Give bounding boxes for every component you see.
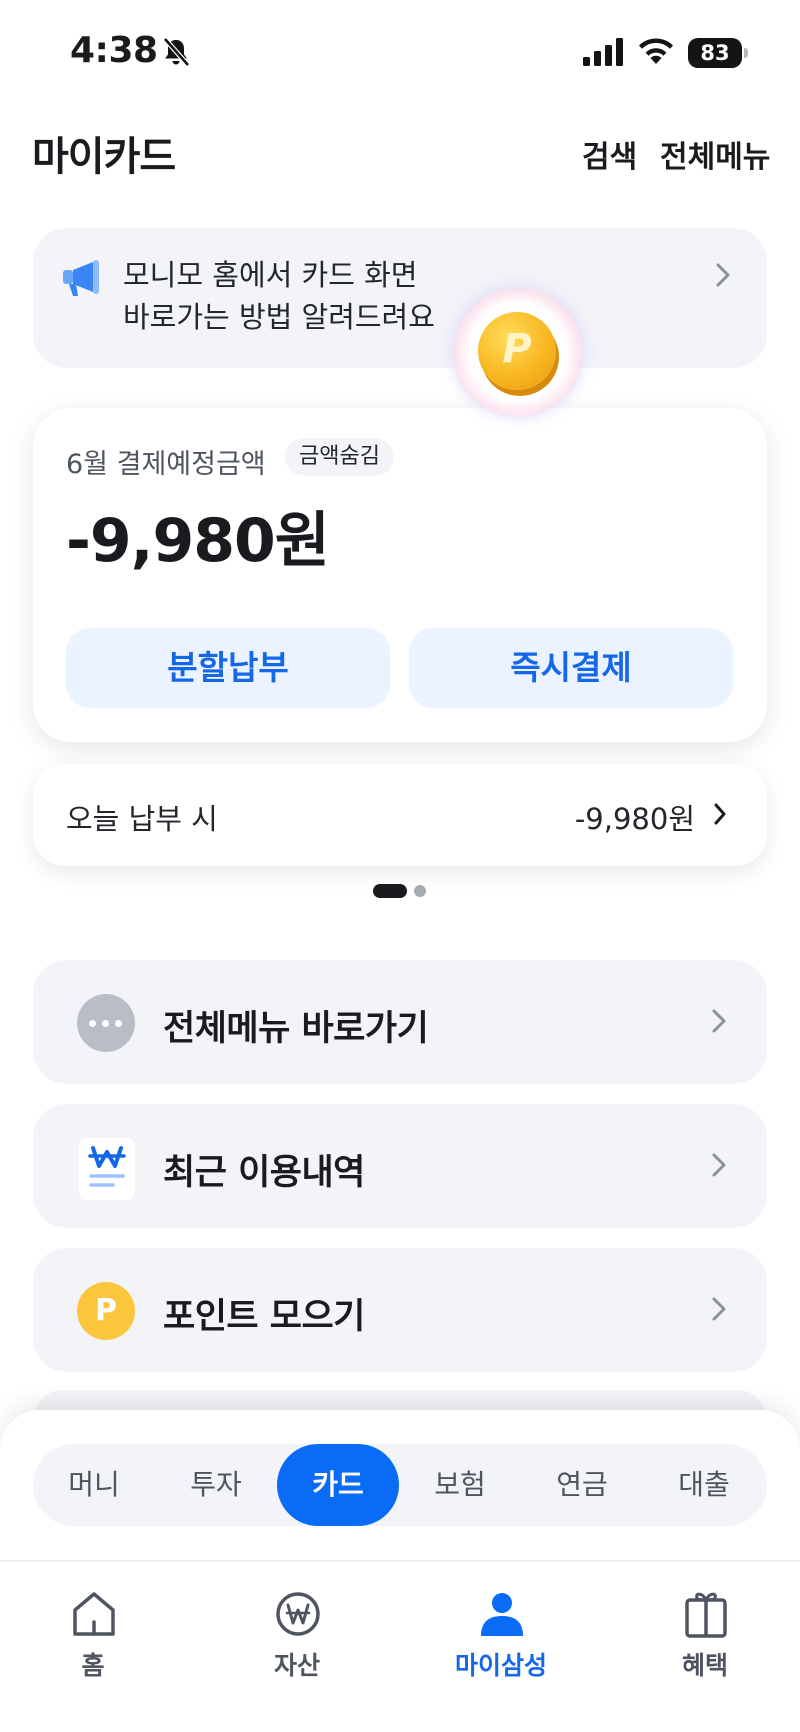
coin-letter: P (502, 326, 532, 372)
tab-label: 혜택 (681, 1651, 728, 1680)
tab-label: 마이삼성 (454, 1651, 547, 1680)
tab-label: 자산 (273, 1651, 320, 1680)
menu-item-all-menu[interactable]: 전체메뉴 바로가기 (33, 960, 767, 1084)
chevron-right-icon (712, 1297, 726, 1321)
search-button[interactable]: 검색 (582, 132, 637, 176)
payment-due-label: 6월 결제예정금액 (66, 449, 266, 480)
payment-amount: -9,980원 (66, 506, 330, 576)
gift-icon (685, 1592, 727, 1638)
notice-banner[interactable]: 모니모 홈에서 카드 화면 바로가는 방법 알려드려요 (33, 228, 767, 368)
split-payment-button[interactable]: 분할납부 (66, 628, 390, 708)
tab-label: 홈 (81, 1651, 105, 1680)
notice-line-1: 모니모 홈에서 카드 화면 (123, 258, 418, 292)
battery-cap (744, 48, 748, 58)
point-coin-floating-icon[interactable]: P (452, 286, 584, 418)
won-circle-icon (276, 1592, 320, 1636)
tab-bar-divider (0, 1560, 800, 1562)
wifi-icon (639, 38, 673, 64)
more-dots-icon (77, 994, 135, 1052)
today-payment-label: 오늘 납부 시 (66, 802, 218, 836)
megaphone-icon (63, 260, 99, 296)
page-title: 마이카드 (32, 134, 176, 180)
bottom-navigation-sheet: 머니 투자 카드 보험 연금 대출 홈 자산 마이삼성 혜택 (0, 1410, 800, 1732)
tab-my-samsung[interactable]: 마이삼성 (441, 1590, 561, 1700)
cellular-signal-icon (583, 38, 623, 66)
today-payment-row[interactable]: 오늘 납부 시 -9,980원 (33, 764, 767, 866)
page-indicator-active (373, 884, 407, 898)
coin-face: P (478, 312, 556, 390)
menu-item-label: 최근 이용내역 (163, 1153, 365, 1193)
battery-indicator: 83 (688, 38, 748, 68)
category-money[interactable]: 머니 (33, 1444, 155, 1526)
pay-now-button[interactable]: 즉시결제 (409, 628, 733, 708)
menu-item-collect-points[interactable]: P 포인트 모으기 (33, 1248, 767, 1372)
chevron-right-icon (716, 263, 730, 287)
notice-text: 모니모 홈에서 카드 화면 바로가는 방법 알려드려요 (123, 254, 435, 338)
payment-card: 6월 결제예정금액 금액숨김 -9,980원 분할납부 즉시결제 (33, 408, 767, 742)
menu-item-recent-usage[interactable]: 최근 이용내역 (33, 1104, 767, 1228)
tab-assets[interactable]: 자산 (237, 1590, 357, 1700)
battery-level: 83 (688, 38, 742, 68)
chevron-right-icon (712, 1009, 726, 1033)
screen: 4:38 83 마이카드 검색 전체메뉴 모니모 홈에서 카드 화면 바로가는 (0, 0, 800, 1732)
bell-muted-icon (163, 37, 190, 67)
tab-benefits[interactable]: 혜택 (645, 1590, 765, 1700)
chevron-right-icon (714, 803, 726, 825)
point-coin-icon: P (77, 1282, 135, 1340)
page-indicator (414, 885, 426, 897)
hide-amount-button[interactable]: 금액숨김 (285, 438, 394, 476)
category-insurance[interactable]: 보험 (399, 1444, 521, 1526)
all-menu-button[interactable]: 전체메뉴 (660, 132, 770, 176)
category-card[interactable]: 카드 (277, 1444, 399, 1526)
home-icon (73, 1592, 115, 1636)
category-segmented-control: 머니 투자 카드 보험 연금 대출 (33, 1444, 767, 1526)
notice-line-2: 바로가는 방법 알려드려요 (123, 300, 435, 334)
status-time: 4:38 (70, 30, 158, 71)
today-payment-amount: -9,980원 (574, 802, 695, 836)
menu-item-label: 포인트 모으기 (163, 1297, 365, 1337)
menu-item-label: 전체메뉴 바로가기 (163, 1009, 429, 1049)
won-receipt-icon (79, 1138, 135, 1200)
category-invest[interactable]: 투자 (155, 1444, 277, 1526)
chevron-right-icon (712, 1153, 726, 1177)
person-icon (481, 1593, 523, 1636)
category-pension[interactable]: 연금 (521, 1444, 643, 1526)
category-loan[interactable]: 대출 (643, 1444, 765, 1526)
tab-home[interactable]: 홈 (33, 1590, 153, 1700)
